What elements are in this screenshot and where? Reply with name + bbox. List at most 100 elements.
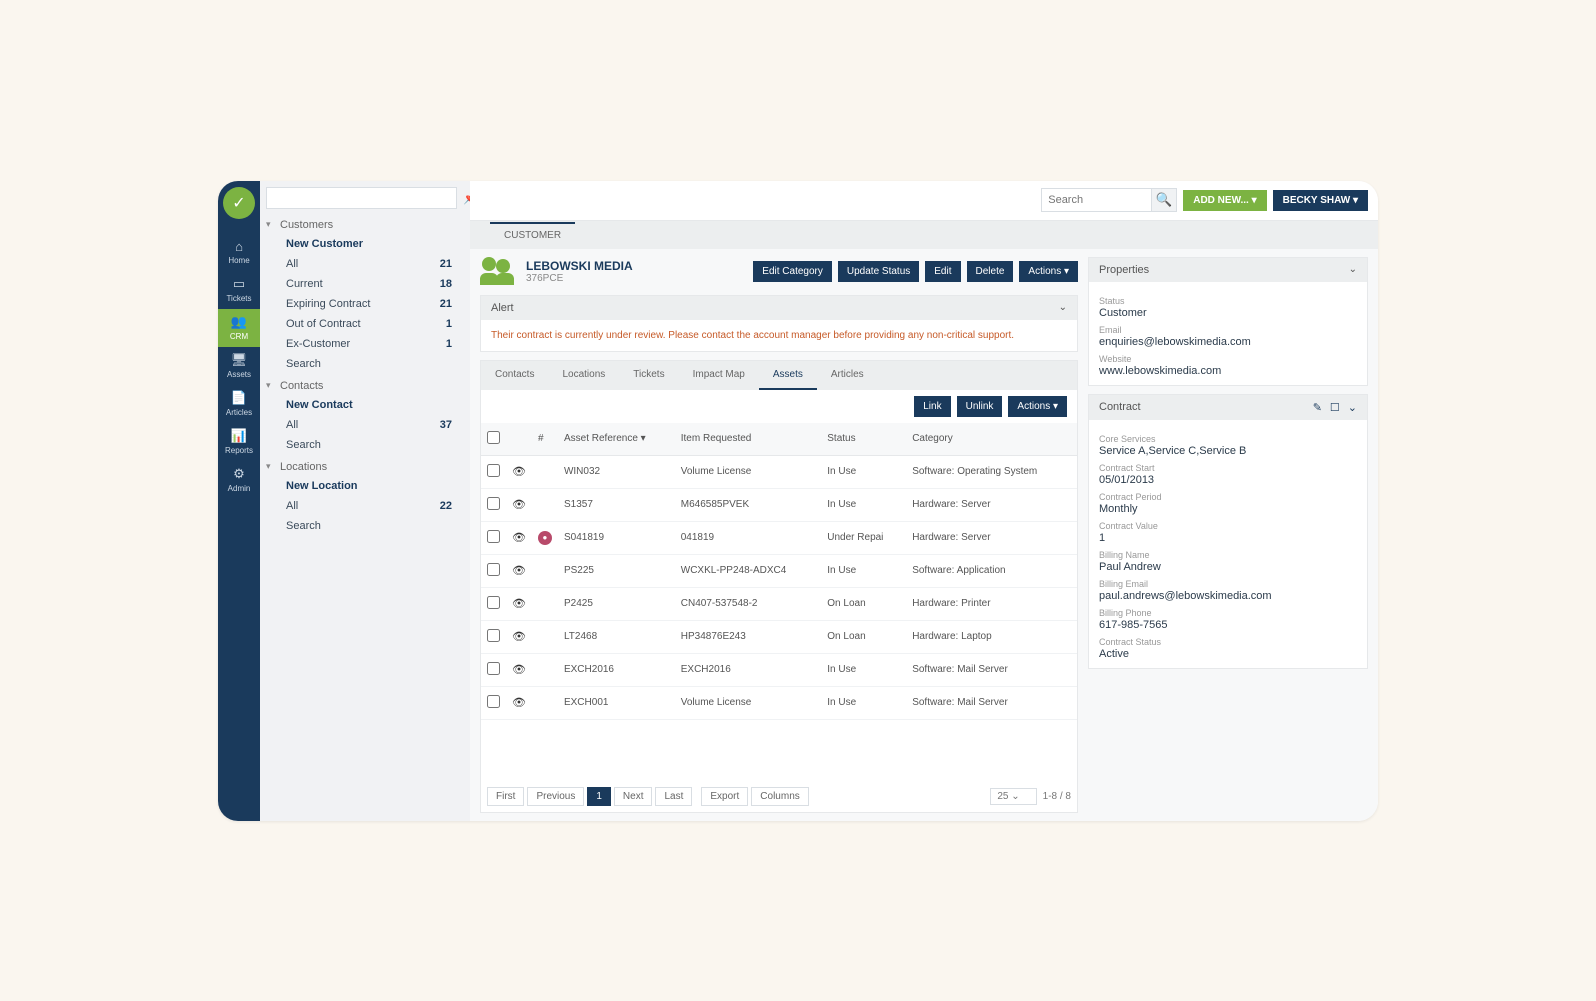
sidebar-link[interactable]: New Customer: [260, 234, 470, 254]
col-hash[interactable]: #: [532, 423, 558, 456]
view-icon[interactable]: 👁: [512, 565, 526, 577]
col-status[interactable]: Status: [821, 423, 906, 456]
row-checkbox[interactable]: [487, 596, 500, 609]
view-icon[interactable]: 👁: [512, 499, 526, 511]
rail-item-admin[interactable]: ⚙Admin: [218, 461, 260, 499]
global-search-input[interactable]: [1041, 188, 1151, 212]
row-checkbox[interactable]: [487, 530, 500, 543]
contract-title: Contract: [1099, 401, 1141, 413]
subtab-impact-map[interactable]: Impact Map: [679, 361, 759, 390]
row-checkbox[interactable]: [487, 629, 500, 642]
cell-item: Volume License: [675, 686, 822, 719]
per-page-select[interactable]: 25 ⌄: [990, 788, 1036, 805]
cell-status: On Loan: [821, 620, 906, 653]
sidebar-link[interactable]: Out of Contract1: [260, 314, 470, 334]
sidebar-link[interactable]: All37: [260, 415, 470, 435]
pager-columns[interactable]: Columns: [751, 787, 808, 806]
assets-panel: ContactsLocationsTicketsImpact MapAssets…: [480, 360, 1078, 813]
cell-category: Hardware: Server: [906, 521, 1077, 554]
chevron-down-icon[interactable]: ⌄: [1059, 302, 1067, 313]
sidebar-section-contacts[interactable]: Contacts: [260, 374, 470, 395]
prop-label: Email: [1099, 325, 1357, 335]
sidebar-link-label: Ex-Customer: [286, 338, 350, 350]
sidebar-link-label: New Contact: [286, 399, 353, 411]
articles-icon: 📄: [231, 390, 247, 406]
sidebar-link[interactable]: Expiring Contract21: [260, 294, 470, 314]
subtab-articles[interactable]: Articles: [817, 361, 878, 390]
subtab-contacts[interactable]: Contacts: [481, 361, 548, 390]
pager-export[interactable]: Export: [701, 787, 748, 806]
view-icon[interactable]: 👁: [512, 664, 526, 676]
pager-range: 1-8 / 8: [1043, 791, 1071, 802]
customer-code: 376PCE: [526, 273, 633, 284]
cell-item: M646585PVEK: [675, 488, 822, 521]
sidebar-link[interactable]: New Location: [260, 476, 470, 496]
sidebar-link[interactable]: Ex-Customer1: [260, 334, 470, 354]
reports-icon: 📊: [231, 428, 247, 444]
sidebar-search-input[interactable]: [266, 187, 457, 209]
subtab-assets[interactable]: Assets: [759, 361, 817, 390]
select-all-checkbox[interactable]: [487, 431, 500, 444]
sidebar-link[interactable]: New Contact: [260, 395, 470, 415]
update-status-button[interactable]: Update Status: [838, 261, 919, 282]
row-checkbox[interactable]: [487, 662, 500, 675]
row-checkbox[interactable]: [487, 497, 500, 510]
rail-item-assets[interactable]: 🖥Assets: [218, 347, 260, 385]
pager-last[interactable]: Last: [655, 787, 692, 806]
col-asset-ref[interactable]: Asset Reference ▾: [558, 423, 675, 456]
user-menu-button[interactable]: BECKY SHAW ▾: [1273, 190, 1368, 211]
cell-ref: S041819: [558, 521, 675, 554]
pencil-icon[interactable]: ✎: [1313, 401, 1322, 414]
sidebar-link[interactable]: Current18: [260, 274, 470, 294]
chevron-down-icon[interactable]: ⌄: [1348, 401, 1357, 414]
delete-button[interactable]: Delete: [967, 261, 1014, 282]
pager-first[interactable]: First: [487, 787, 524, 806]
rail-item-reports[interactable]: 📊Reports: [218, 423, 260, 461]
link-button[interactable]: Link: [914, 396, 950, 417]
pager-next[interactable]: Next: [614, 787, 653, 806]
view-icon[interactable]: 👁: [512, 697, 526, 709]
sidebar-link[interactable]: All22: [260, 496, 470, 516]
row-checkbox[interactable]: [487, 695, 500, 708]
tab-customer[interactable]: CUSTOMER: [490, 222, 575, 247]
view-icon[interactable]: 👁: [512, 466, 526, 478]
actions-button[interactable]: Actions ▾: [1019, 261, 1078, 282]
row-checkbox[interactable]: [487, 563, 500, 576]
sidebar-link[interactable]: Search: [260, 354, 470, 374]
row-checkbox[interactable]: [487, 464, 500, 477]
col-category[interactable]: Category: [906, 423, 1077, 456]
edit-square-icon[interactable]: ☐: [1330, 401, 1340, 414]
col-item[interactable]: Item Requested: [675, 423, 822, 456]
global-search-button[interactable]: 🔍: [1151, 188, 1177, 212]
topbar: 🔍 ADD NEW... ▾ BECKY SHAW ▾: [470, 181, 1378, 221]
rail-item-articles[interactable]: 📄 Articles: [218, 385, 260, 423]
rail-label: Tickets: [226, 294, 251, 303]
chevron-down-icon[interactable]: ⌄: [1349, 264, 1357, 275]
unlink-button[interactable]: Unlink: [957, 396, 1003, 417]
pager-page[interactable]: 1: [587, 787, 611, 806]
sidebar-section-customers[interactable]: Customers: [260, 213, 470, 234]
rail-item-crm[interactable]: 👥CRM: [218, 309, 260, 347]
add-new-button[interactable]: ADD NEW... ▾: [1183, 190, 1266, 211]
sidebar-link-count: 37: [440, 419, 452, 431]
asset-actions-button[interactable]: Actions ▾: [1008, 396, 1067, 417]
edit-button[interactable]: Edit: [925, 261, 960, 282]
prop-value: Customer: [1099, 307, 1357, 319]
sidebar-section-locations[interactable]: Locations: [260, 455, 470, 476]
rail-item-home[interactable]: ⌂Home: [218, 233, 260, 271]
sidebar-link[interactable]: Search: [260, 435, 470, 455]
sidebar-link-label: All: [286, 500, 298, 512]
view-icon[interactable]: 👁: [512, 532, 526, 544]
view-icon[interactable]: 👁: [512, 598, 526, 610]
rail-label: Articles: [226, 408, 252, 417]
edit-category-button[interactable]: Edit Category: [753, 261, 832, 282]
subtab-locations[interactable]: Locations: [548, 361, 619, 390]
sidebar-link[interactable]: Search: [260, 516, 470, 536]
cell-category: Software: Mail Server: [906, 653, 1077, 686]
view-icon[interactable]: 👁: [512, 631, 526, 643]
sidebar-link-label: All: [286, 258, 298, 270]
subtab-tickets[interactable]: Tickets: [619, 361, 678, 390]
pager-prev[interactable]: Previous: [527, 787, 584, 806]
sidebar-link[interactable]: All21: [260, 254, 470, 274]
rail-item-tickets[interactable]: ▭Tickets: [218, 271, 260, 309]
